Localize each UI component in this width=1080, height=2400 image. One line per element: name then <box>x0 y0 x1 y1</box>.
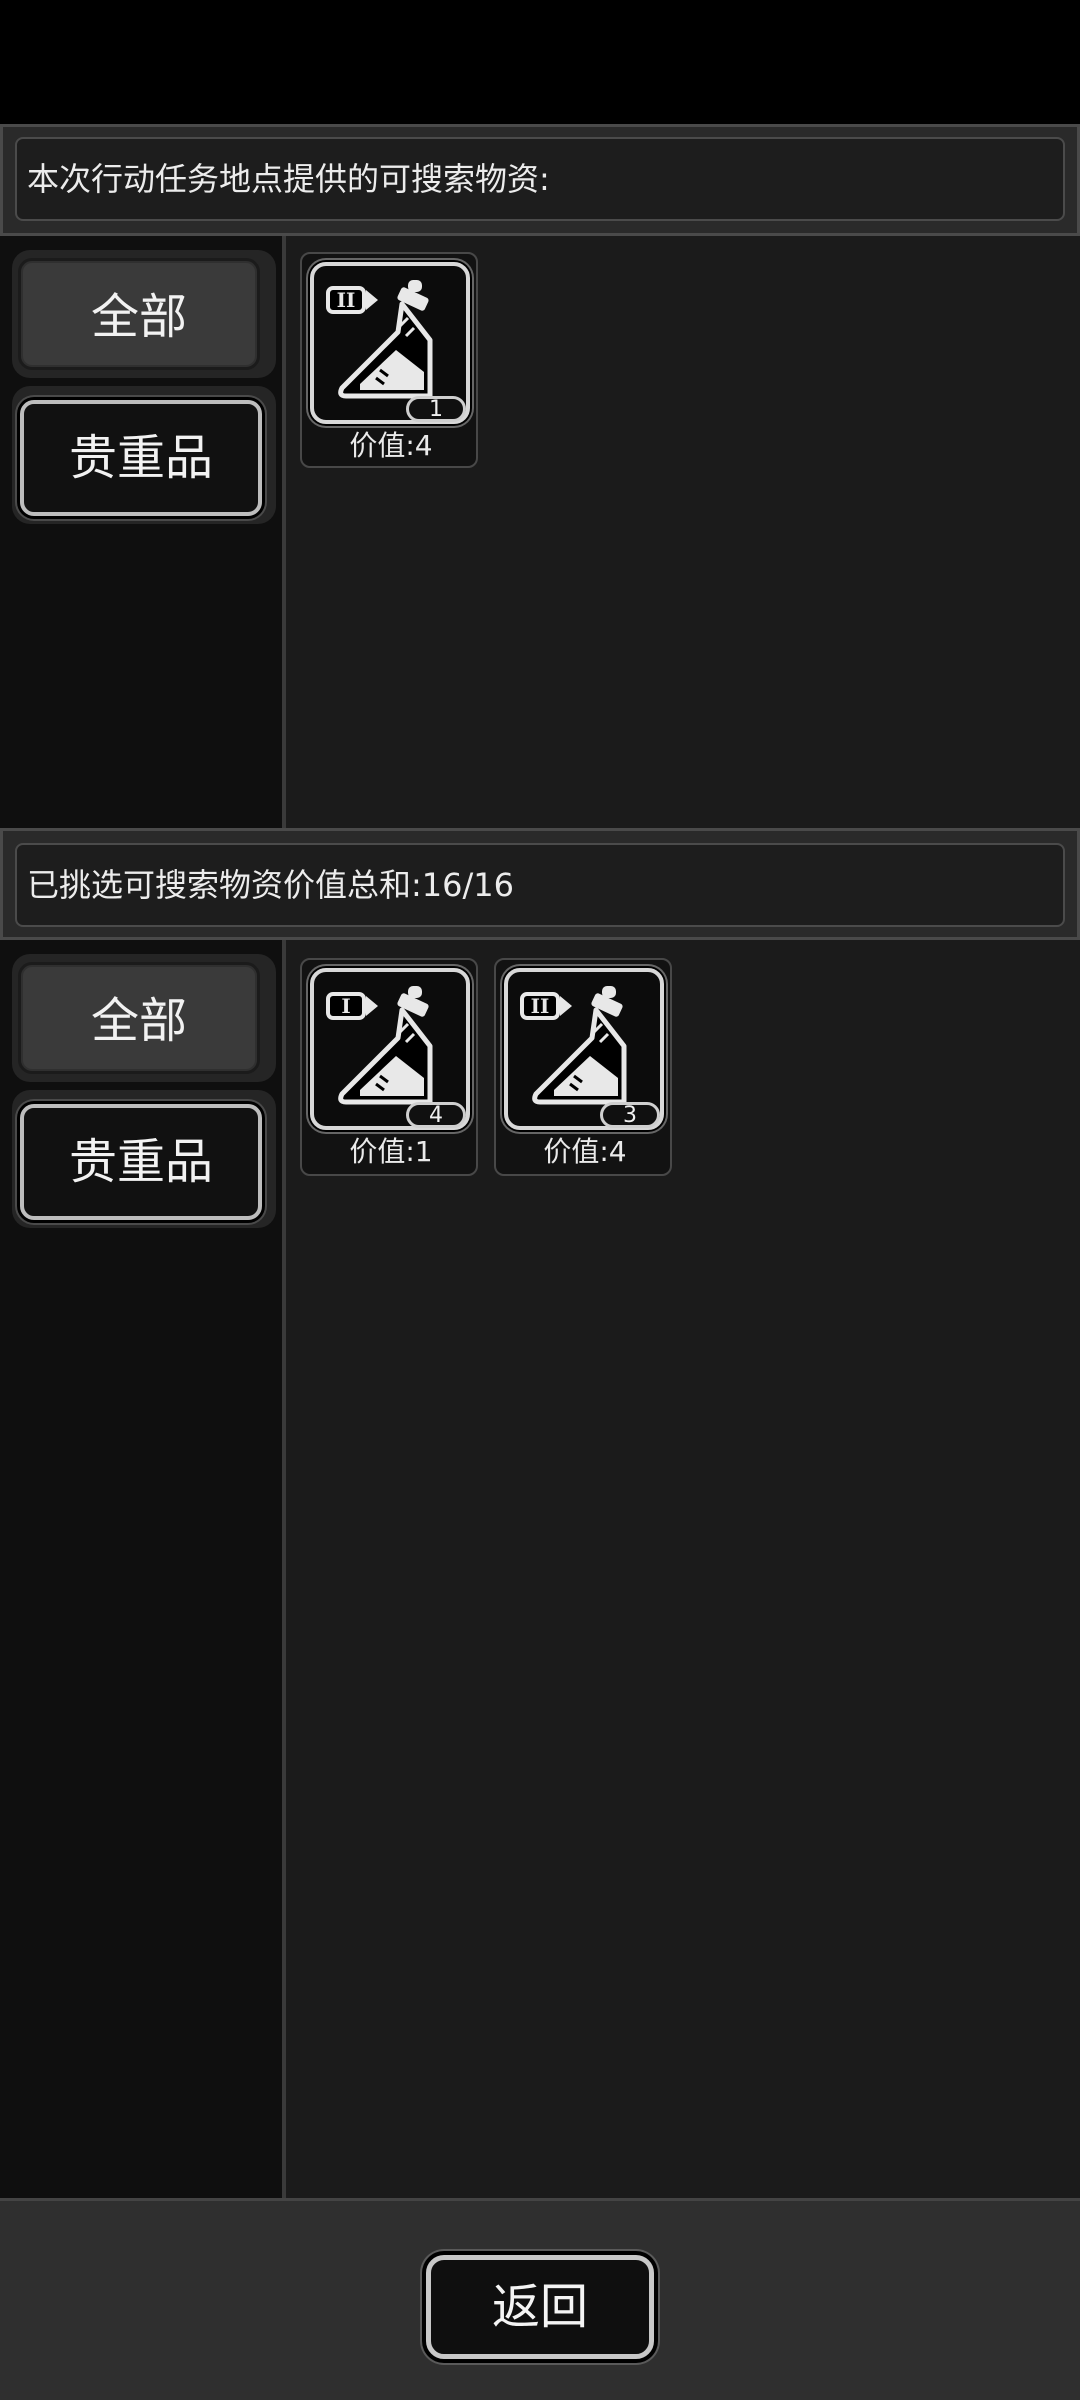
bottom-tab-all[interactable]: 全部 <box>18 962 260 1074</box>
top-tab-valuable[interactable]: 贵重品 <box>20 400 262 516</box>
flask-icon: II <box>326 280 433 399</box>
selected-header: 已挑选可搜索物资价值总和:16/16 <box>15 843 1065 927</box>
available-header-panel: 本次行动任务地点提供的可搜索物资: <box>0 124 1080 236</box>
flask-icon: II <box>520 986 627 1105</box>
bottom-tab-valuable[interactable]: 贵重品 <box>20 1104 262 1220</box>
item-card[interactable]: I 4 价值:1 <box>300 958 478 1176</box>
item-card[interactable]: II 1 价值:4 <box>300 252 478 468</box>
item-value: 价值:4 <box>349 429 433 462</box>
footer-bar: 返回 <box>0 2198 1080 2400</box>
item-card[interactable]: II 3 价值:4 <box>494 958 672 1176</box>
item-icon-frame: I 4 <box>310 968 470 1130</box>
item-value: 价值:4 <box>543 1135 627 1168</box>
top-category-sidebar: 全部 贵重品 <box>0 236 286 828</box>
bottom-category-sidebar: 全部 贵重品 <box>0 940 286 2198</box>
available-header: 本次行动任务地点提供的可搜索物资: <box>15 137 1065 221</box>
selected-header-panel: 已挑选可搜索物资价值总和:16/16 <box>0 828 1080 940</box>
svg-text:I: I <box>341 994 350 1018</box>
item-icon-frame: II 1 <box>310 262 470 424</box>
item-value: 价值:1 <box>349 1135 433 1168</box>
flask-icon: I <box>326 986 433 1105</box>
bottom-item-grid: I 4 价值:1 II 3 价值:4 <box>286 940 1080 2198</box>
back-button[interactable]: 返回 <box>426 2255 654 2359</box>
item-count: 3 <box>600 1102 660 1128</box>
item-count: 4 <box>406 1102 466 1128</box>
top-item-grid: II 1 价值:4 <box>286 236 1080 828</box>
item-icon-frame: II 3 <box>504 968 664 1130</box>
item-count: 1 <box>406 396 466 422</box>
svg-text:II: II <box>531 994 550 1018</box>
svg-text:II: II <box>337 288 356 312</box>
top-tab-all[interactable]: 全部 <box>18 258 260 370</box>
